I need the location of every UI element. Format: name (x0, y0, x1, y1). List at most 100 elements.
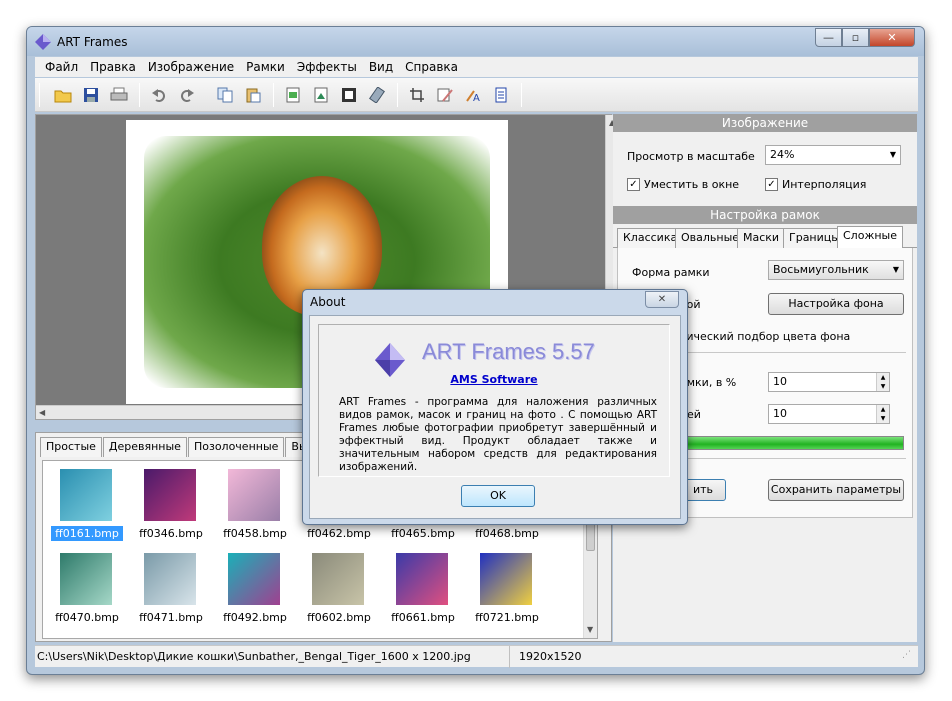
progress-bar (680, 436, 904, 450)
spin-down-icon[interactable]: ▼ (876, 382, 889, 391)
open-folder-icon[interactable] (53, 85, 73, 105)
image-icon[interactable] (311, 85, 331, 105)
resize-grip-icon[interactable]: ⋰ (902, 650, 911, 660)
thumbnail-label: ff0470.bmp (55, 611, 119, 624)
frame-icon[interactable] (339, 85, 359, 105)
menu-edit[interactable]: Правка (84, 60, 142, 74)
library-tabs: Простые Деревянные Позолоченные Высоко (40, 437, 341, 457)
crop-icon[interactable] (407, 85, 427, 105)
frame-size-label: амки, в % (680, 376, 737, 389)
interpolation-checkbox[interactable]: ✓ Интерполяция (765, 176, 866, 192)
image-section-header: Изображение (613, 114, 917, 132)
frames-section-header: Настройка рамок (613, 206, 917, 224)
frame-thumbnail[interactable]: ff0161.bmp (47, 463, 127, 543)
frame-thumbnail[interactable]: ff0470.bmp (47, 547, 127, 627)
maximize-button[interactable]: ▫ (842, 28, 869, 47)
paste-icon[interactable] (243, 85, 263, 105)
spin-up-icon[interactable]: ▲ (876, 405, 889, 414)
about-dialog: About ✕ ART Frames 5.57 AMS Software ART… (302, 289, 688, 525)
frame-thumbnail[interactable]: ff0346.bmp (131, 463, 211, 543)
file-path: C:\Users\Nik\Desktop\Дикие кошки\Sunbath… (37, 650, 471, 663)
about-info-panel: ART Frames 5.57 AMS Software ART Frames … (318, 324, 670, 477)
chevron-down-icon: ▼ (889, 150, 896, 159)
tab-classic[interactable]: Классика (617, 228, 684, 248)
frame-thumbnail[interactable]: ff0602.bmp (299, 547, 379, 627)
frame-size-spinner[interactable]: 10 ▲ ▼ (768, 372, 890, 392)
print-icon[interactable] (109, 85, 129, 105)
tab-simple[interactable]: Простые (40, 437, 102, 457)
thumbnail-label: ff0661.bmp (391, 611, 455, 624)
frames-tab-strip: Классика Овальные Маски Границы Сложные (613, 226, 917, 248)
svg-text:A: A (473, 93, 480, 103)
undo-icon[interactable] (149, 85, 169, 105)
menu-effects[interactable]: Эффекты (291, 60, 363, 74)
menu-file[interactable]: Файл (39, 60, 84, 74)
save-icon[interactable] (81, 85, 101, 105)
background-settings-button[interactable]: Настройка фона (768, 293, 904, 315)
second-param-value: 10 (773, 407, 787, 420)
zoom-dropdown[interactable]: 24% ▼ (765, 145, 901, 165)
zoom-label: Просмотр в масштабе (627, 150, 755, 163)
spin-up-icon[interactable]: ▲ (876, 373, 889, 382)
frame-thumbnail[interactable]: ff0458.bmp (215, 463, 295, 543)
text-icon[interactable]: A (463, 85, 483, 105)
tab-wooden[interactable]: Деревянные (102, 437, 187, 457)
frame-thumbnail[interactable]: ff0721.bmp (467, 547, 547, 627)
thumbnail-label: ff0468.bmp (475, 527, 539, 540)
second-param-spinner[interactable]: 10 ▲ ▼ (768, 404, 890, 424)
thumbnail-image (228, 469, 280, 521)
frame-thumbnail[interactable]: ff0492.bmp (215, 547, 295, 627)
thumbnail-image (144, 553, 196, 605)
frame-thumbnail[interactable]: ff0661.bmp (383, 547, 463, 627)
status-divider (509, 646, 510, 668)
image-export-icon[interactable] (283, 85, 303, 105)
tab-oval[interactable]: Овальные (675, 228, 746, 248)
tab-gilded[interactable]: Позолоченные (187, 437, 285, 457)
thumbnail-label: ff0492.bmp (223, 611, 287, 624)
company-link[interactable]: AMS Software (319, 373, 669, 386)
menu-image[interactable]: Изображение (142, 60, 240, 74)
menu-view[interactable]: Вид (363, 60, 399, 74)
close-button[interactable]: ✕ (869, 28, 915, 47)
redo-icon[interactable] (177, 85, 197, 105)
fit-window-label: Уместить в окне (644, 177, 740, 191)
tab-masks[interactable]: Маски (737, 228, 786, 248)
menu-help[interactable]: Справка (399, 60, 464, 74)
thumbnail-image (144, 469, 196, 521)
title-bar: ART Frames — ▫ ✕ (27, 27, 924, 56)
mask-tool-icon[interactable] (367, 85, 387, 105)
about-close-button[interactable]: ✕ (645, 291, 679, 308)
zoom-value: 24% (770, 148, 795, 161)
about-description: ART Frames - программа для наложения раз… (339, 396, 657, 473)
thumbnail-image (396, 553, 448, 605)
edit-image-icon[interactable] (435, 85, 455, 105)
menu-frames[interactable]: Рамки (240, 60, 291, 74)
frame-size-value: 10 (773, 375, 787, 388)
app-logo-icon (35, 34, 51, 50)
tab-complex[interactable]: Сложные (837, 226, 903, 248)
frame-thumbnail[interactable]: ff0471.bmp (131, 547, 211, 627)
thumbnail-label: ff0161.bmp (51, 526, 123, 541)
about-title: About (310, 295, 346, 309)
minimize-button[interactable]: — (815, 28, 842, 47)
chevron-down-icon: ▼ (892, 265, 899, 274)
about-app-name: ART Frames 5.57 (422, 339, 595, 364)
checkmark-icon: ✓ (765, 177, 778, 191)
thumbnail-label: ff0462.bmp (307, 527, 371, 540)
settings-page-icon[interactable] (491, 85, 511, 105)
ok-button[interactable]: OK (461, 485, 535, 507)
save-params-button[interactable]: Сохранить параметры (768, 479, 904, 501)
checkmark-icon: ✓ (627, 177, 640, 191)
thumbnail-image (60, 553, 112, 605)
thumbnail-image (480, 553, 532, 605)
toolbar: A (35, 78, 918, 112)
thumbnail-label: ff0458.bmp (223, 527, 287, 540)
fit-window-checkbox[interactable]: ✓ Уместить в окне (627, 176, 739, 192)
spin-down-icon[interactable]: ▼ (876, 414, 889, 423)
frame-shape-dropdown[interactable]: Восьмиугольник ▼ (768, 260, 904, 280)
copy-icon[interactable] (215, 85, 235, 105)
status-bar: C:\Users\Nik\Desktop\Дикие кошки\Sunbath… (35, 645, 918, 668)
thumbnail-label: ff0471.bmp (139, 611, 203, 624)
app-logo-icon (375, 343, 405, 377)
thumbnail-label: ff0602.bmp (307, 611, 371, 624)
